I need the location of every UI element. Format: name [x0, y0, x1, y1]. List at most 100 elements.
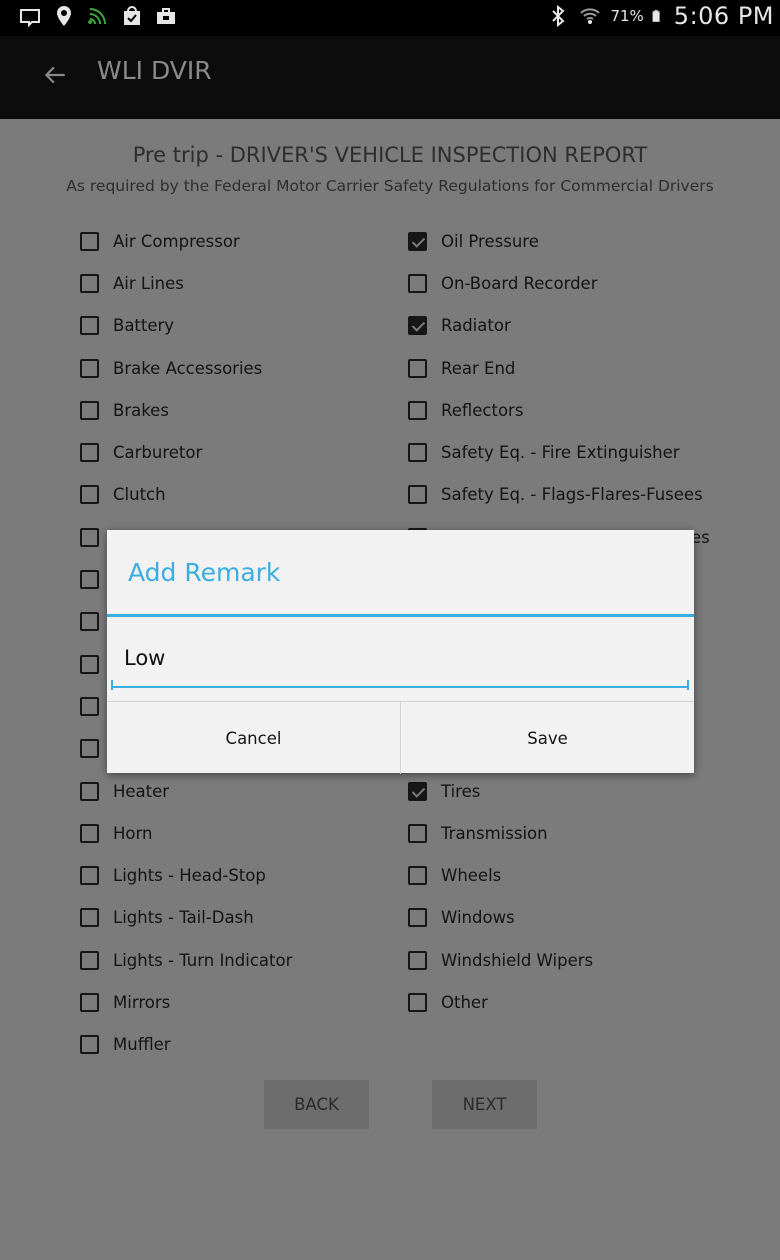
- checkbox-checked[interactable]: [408, 231, 427, 251]
- back-arrow-icon[interactable]: [42, 62, 68, 88]
- checkbox[interactable]: [408, 400, 427, 420]
- checklist-item[interactable]: Radiator: [408, 305, 710, 347]
- checklist-item[interactable]: Brake Accessories: [80, 347, 292, 389]
- checklist-item-label: Wheels: [441, 866, 502, 886]
- checklist-item-label: Other: [441, 992, 488, 1012]
- report-subtitle: As required by the Federal Motor Carrier…: [66, 177, 714, 195]
- checkbox[interactable]: [80, 654, 99, 674]
- checklist-item-label: Reflectors: [441, 400, 524, 420]
- checkbox[interactable]: [80, 316, 99, 336]
- checkbox[interactable]: [408, 823, 427, 843]
- dialog-title-divider: [107, 614, 694, 617]
- checkbox[interactable]: [408, 443, 427, 463]
- checkbox[interactable]: [408, 950, 427, 970]
- checklist-item-label: Carburetor: [113, 443, 203, 463]
- checklist-item[interactable]: Safety Eq. - Fire Extinguisher: [408, 431, 710, 473]
- checkbox[interactable]: [408, 358, 427, 378]
- cancel-button[interactable]: Cancel: [107, 702, 400, 774]
- checklist-item[interactable]: Transmission: [408, 812, 710, 854]
- checkbox[interactable]: [80, 358, 99, 378]
- input-underline-right-tick: [687, 680, 689, 690]
- status-bar: 71% 5:06 PM: [0, 0, 780, 36]
- battery-percent: 71%: [610, 7, 644, 25]
- checkbox[interactable]: [80, 823, 99, 843]
- checkbox[interactable]: [408, 866, 427, 886]
- bluetooth-icon: [552, 4, 565, 28]
- status-clock: 5:06 PM: [673, 2, 774, 30]
- checklist-item[interactable]: Horn: [80, 812, 292, 854]
- checkbox[interactable]: [80, 950, 99, 970]
- report-title: Pre trip - DRIVER'S VEHICLE INSPECTION R…: [132, 143, 648, 167]
- checklist-item-label: Clutch: [113, 485, 166, 505]
- checkbox[interactable]: [80, 781, 99, 801]
- checklist-item[interactable]: Brakes: [80, 389, 292, 431]
- checkbox-checked[interactable]: [408, 316, 427, 336]
- checklist-item[interactable]: Muffler: [80, 1024, 292, 1066]
- checklist-item[interactable]: On-Board Recorder: [408, 262, 710, 304]
- checkbox[interactable]: [408, 992, 427, 1012]
- checklist-item[interactable]: Lights - Head-Stop: [80, 854, 292, 896]
- checklist-item[interactable]: Air Lines: [80, 262, 292, 304]
- battery-icon: [652, 10, 660, 22]
- checklist-item-label: Rear End: [441, 358, 516, 378]
- checkbox[interactable]: [80, 231, 99, 251]
- checkbox[interactable]: [80, 866, 99, 886]
- checkbox[interactable]: [80, 992, 99, 1012]
- checklist-item-label: Lights - Tail-Dash: [113, 908, 254, 928]
- status-right-icons: 71% 5:06 PM: [546, 2, 774, 30]
- checkbox[interactable]: [408, 273, 427, 293]
- checklist-item[interactable]: Wheels: [408, 854, 710, 896]
- checklist-item-label: Tires: [441, 781, 481, 801]
- checklist-item-label: Safety Eq. - Flags-Flares-Fusees: [441, 485, 703, 505]
- checklist-item[interactable]: Oil Pressure: [408, 220, 710, 262]
- checklist-item[interactable]: Lights - Tail-Dash: [80, 897, 292, 939]
- checklist-item[interactable]: Safety Eq. - Flags-Flares-Fusees: [408, 474, 710, 516]
- checklist-item[interactable]: Lights - Turn Indicator: [80, 939, 292, 981]
- checklist-item-label: Transmission: [441, 823, 548, 843]
- checklist-item-label: Oil Pressure: [441, 231, 539, 251]
- checklist-item-label: Brake Accessories: [113, 358, 263, 378]
- checkbox[interactable]: [80, 443, 99, 463]
- checklist-item[interactable]: Clutch: [80, 474, 292, 516]
- add-remark-dialog: Add Remark Cancel Save: [107, 530, 694, 774]
- checklist-item[interactable]: Mirrors: [80, 981, 292, 1023]
- checkbox[interactable]: [80, 612, 99, 632]
- cast-icon: [20, 9, 40, 28]
- back-button[interactable]: BACK: [264, 1080, 369, 1129]
- checklist-item[interactable]: Tires: [408, 770, 710, 812]
- checkbox[interactable]: [80, 273, 99, 293]
- checkbox[interactable]: [80, 527, 99, 547]
- checkbox[interactable]: [80, 696, 99, 716]
- checklist-item[interactable]: Heater: [80, 770, 292, 812]
- save-button[interactable]: Save: [400, 702, 694, 774]
- checkbox[interactable]: [408, 485, 427, 505]
- checklist-item-label: Lights - Head-Stop: [113, 866, 266, 886]
- checklist-item[interactable]: Air Compressor: [80, 220, 292, 262]
- checklist-item[interactable]: Battery: [80, 305, 292, 347]
- checklist-item-label: Windows: [441, 908, 515, 928]
- app-title: WLI DVIR: [97, 56, 212, 85]
- checkbox[interactable]: [80, 400, 99, 420]
- checkbox-checked[interactable]: [408, 781, 427, 801]
- wifi-icon: [580, 8, 601, 24]
- checkbox[interactable]: [80, 485, 99, 505]
- checklist-item-label: Air Lines: [113, 273, 184, 293]
- checklist-item[interactable]: Other: [408, 981, 710, 1023]
- next-button[interactable]: NEXT: [432, 1080, 537, 1129]
- checklist-item[interactable]: Reflectors: [408, 389, 710, 431]
- briefcase-icon: [157, 8, 175, 24]
- status-left-icons: [18, 4, 178, 28]
- remark-input[interactable]: [111, 630, 689, 688]
- checklist-item-label: Mirrors: [113, 992, 171, 1012]
- checkbox[interactable]: [80, 739, 99, 759]
- checkbox[interactable]: [408, 908, 427, 928]
- checkbox[interactable]: [80, 1035, 99, 1055]
- checkbox[interactable]: [80, 908, 99, 928]
- checklist-item-label: Battery: [113, 316, 175, 336]
- checklist-item[interactable]: Carburetor: [80, 431, 292, 473]
- checklist-item-label: Muffler: [113, 1035, 171, 1055]
- checklist-item[interactable]: Windows: [408, 897, 710, 939]
- checklist-item[interactable]: Windshield Wipers: [408, 939, 710, 981]
- checklist-item[interactable]: Rear End: [408, 347, 710, 389]
- checkbox[interactable]: [80, 570, 99, 590]
